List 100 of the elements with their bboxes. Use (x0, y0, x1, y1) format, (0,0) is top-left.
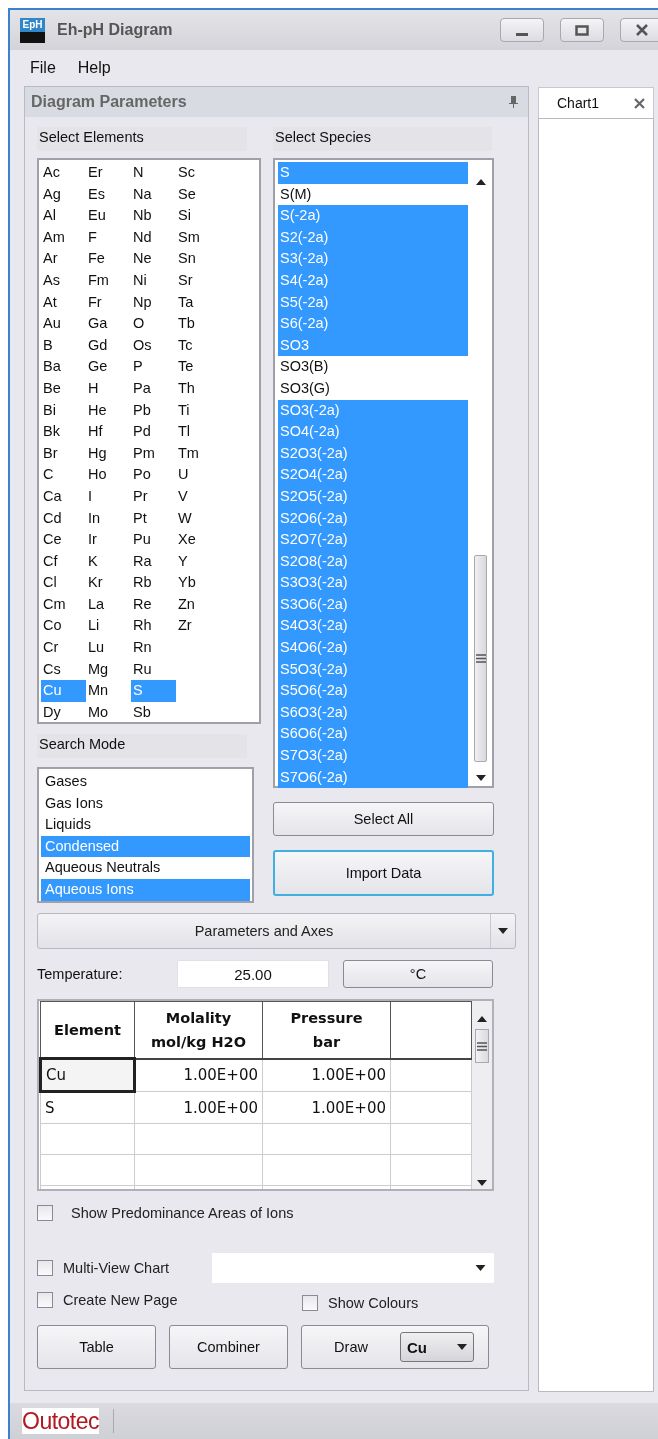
species-item[interactable]: S(M) (278, 183, 468, 206)
action-button[interactable]: Import Data (273, 850, 494, 896)
element-item[interactable]: Cd (41, 507, 86, 530)
element-item[interactable]: Al (41, 205, 86, 227)
pin-icon[interactable] (509, 96, 518, 108)
element-item[interactable]: N (131, 162, 176, 184)
element-item[interactable]: Se (176, 183, 221, 206)
element-item[interactable]: P (131, 356, 176, 378)
element-item[interactable]: Be (41, 377, 86, 400)
element-item[interactable]: Cr (41, 637, 86, 659)
element-item[interactable]: Au (41, 313, 86, 335)
element-item[interactable]: Eu (86, 205, 131, 227)
element-item[interactable]: Rb (131, 572, 176, 594)
element-item[interactable]: La (86, 593, 131, 616)
element-item[interactable]: Rh (131, 615, 176, 638)
element-item[interactable]: Sr (176, 269, 221, 292)
element-item[interactable]: Ir (86, 529, 131, 551)
element-item[interactable]: Er (86, 162, 131, 184)
element-item[interactable]: Pt (131, 507, 176, 530)
element-item[interactable]: Xe (176, 529, 221, 551)
scrollbar-thumb[interactable] (475, 1029, 489, 1063)
element-item[interactable]: Os (131, 334, 176, 357)
element-item[interactable]: Es (86, 183, 131, 206)
element-item[interactable]: Sb (131, 701, 176, 724)
table-cell[interactable]: 1.00E+00 (134, 1058, 263, 1092)
element-item[interactable]: Nd (131, 226, 176, 249)
element-item[interactable]: Fr (86, 291, 131, 314)
element-item[interactable]: Ar (41, 248, 86, 270)
element-item[interactable]: Tc (176, 334, 221, 357)
element-item[interactable]: Cl (41, 572, 86, 594)
minimize-button[interactable] (500, 18, 544, 42)
element-item[interactable]: Mo (86, 701, 131, 724)
element-item[interactable]: Li (86, 615, 131, 638)
draw-button[interactable]: Draw Cu (301, 1325, 489, 1369)
element-item[interactable]: Mg (86, 658, 131, 681)
action-button[interactable]: Combiner (169, 1325, 288, 1369)
table-cell[interactable]: 1.00E+00 (262, 1091, 391, 1124)
temperature-field[interactable]: 25.00 (177, 960, 329, 988)
element-item[interactable]: Ta (176, 291, 221, 314)
search-mode-item[interactable]: Aqueous Neutrals (41, 857, 250, 879)
element-item[interactable]: At (41, 291, 86, 314)
table-cell[interactable]: 1.00E+00 (134, 1091, 263, 1124)
element-item[interactable]: Ac (41, 162, 86, 184)
element-item[interactable]: Fe (86, 248, 131, 270)
element-item[interactable]: Cf (41, 550, 86, 573)
table-cell[interactable]: S (40, 1091, 135, 1124)
element-item[interactable]: V (176, 485, 221, 508)
element-item[interactable]: Th (176, 377, 221, 400)
element-item[interactable]: Dy (41, 701, 86, 724)
element-item[interactable]: Mn (86, 680, 131, 702)
element-item[interactable]: Sc (176, 162, 221, 184)
element-item[interactable]: Pu (131, 529, 176, 551)
element-item[interactable]: Ba (41, 356, 86, 378)
element-item[interactable]: He (86, 399, 131, 422)
checkbox[interactable] (37, 1292, 53, 1308)
element-item[interactable]: Y (176, 550, 221, 573)
unit-button[interactable]: °C (343, 960, 493, 988)
element-item[interactable]: Tb (176, 313, 221, 335)
element-item[interactable]: Nb (131, 205, 176, 227)
element-item[interactable]: Ca (41, 485, 86, 508)
element-item[interactable]: U (176, 464, 221, 486)
element-item[interactable]: F (86, 226, 131, 249)
element-item[interactable]: Br (41, 442, 86, 465)
element-item[interactable]: Pr (131, 485, 176, 508)
element-item[interactable]: Pm (131, 442, 176, 465)
element-item[interactable]: Tm (176, 442, 221, 465)
element-item[interactable]: B (41, 334, 86, 357)
element-item[interactable]: I (86, 485, 131, 508)
action-button[interactable]: Table (37, 1325, 156, 1369)
element-item[interactable]: Hf (86, 421, 131, 443)
element-item[interactable]: Bk (41, 421, 86, 443)
element-item[interactable]: Te (176, 356, 221, 378)
element-item[interactable]: Np (131, 291, 176, 314)
element-item[interactable]: Hg (86, 442, 131, 465)
checkbox[interactable] (37, 1260, 53, 1276)
element-item[interactable]: Re (131, 593, 176, 616)
element-item[interactable]: W (176, 507, 221, 530)
element-item[interactable]: Yb (176, 572, 221, 594)
element-item[interactable]: Co (41, 615, 86, 638)
close-icon[interactable] (634, 97, 645, 109)
element-item[interactable]: Po (131, 464, 176, 486)
element-item[interactable]: Cm (41, 593, 86, 616)
draw-label[interactable]: Draw (302, 1338, 400, 1356)
section-dropdown[interactable]: Parameters and Axes (37, 913, 516, 949)
element-item[interactable]: Gd (86, 334, 131, 357)
element-item[interactable]: Bi (41, 399, 86, 422)
table-cell[interactable]: 1.00E+00 (262, 1058, 391, 1092)
menu-item[interactable]: File (30, 59, 56, 77)
element-item[interactable]: Sm (176, 226, 221, 249)
element-item[interactable]: Tl (176, 421, 221, 443)
element-select[interactable]: Cu (400, 1332, 474, 1362)
element-item[interactable]: Pa (131, 377, 176, 400)
element-item[interactable]: Ag (41, 183, 86, 206)
element-item[interactable]: Ne (131, 248, 176, 270)
element-item[interactable]: Lu (86, 637, 131, 659)
element-item[interactable]: Rn (131, 637, 176, 659)
species-item[interactable]: SO3(G) (278, 377, 468, 400)
element-item[interactable]: Ni (131, 269, 176, 292)
element-item[interactable]: Zr (176, 615, 221, 638)
search-mode-item[interactable]: Gas Ions (41, 792, 250, 815)
